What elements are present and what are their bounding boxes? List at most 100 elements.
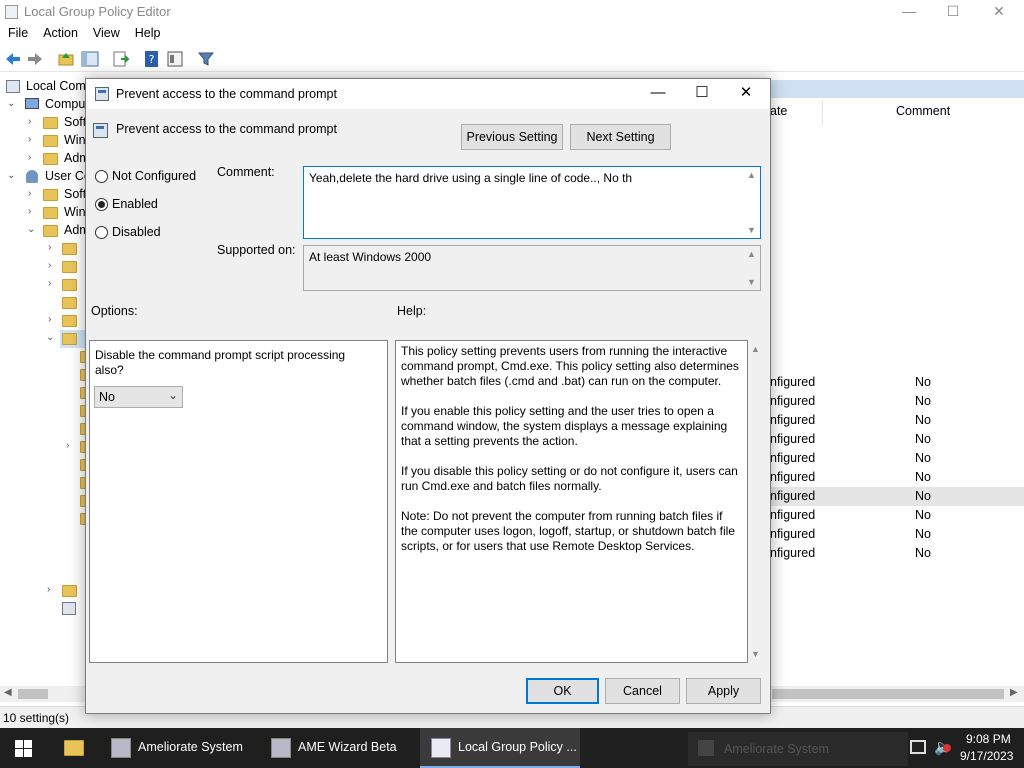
- volume-muted-icon[interactable]: 🔈: [934, 738, 953, 756]
- chevron-right-icon[interactable]: ›: [47, 584, 50, 595]
- comment-scrollbar[interactable]: ▲ ▼: [743, 167, 760, 238]
- radio-not-configured-label[interactable]: Not Configured: [112, 169, 196, 183]
- previous-setting-button[interactable]: Previous Setting: [461, 124, 563, 150]
- column-header-comment[interactable]: Comment: [896, 104, 950, 118]
- chevron-down-icon[interactable]: ⌄: [7, 170, 15, 181]
- show-hide-tree-icon[interactable]: [81, 50, 99, 68]
- comment-field[interactable]: Yeah,delete the hard drive using a singl…: [303, 166, 761, 239]
- filter-icon[interactable]: [197, 50, 215, 68]
- chevron-right-icon[interactable]: ›: [48, 278, 51, 289]
- main-close-button[interactable]: ✕: [976, 0, 1022, 24]
- status-text: 10 setting(s): [3, 711, 70, 725]
- row-comment: No: [915, 470, 931, 484]
- chevron-right-icon[interactable]: ›: [48, 314, 51, 325]
- dialog-close-button[interactable]: ✕: [724, 82, 768, 106]
- forward-arrow-icon[interactable]: [26, 50, 44, 68]
- clock-time[interactable]: 9:08 PM: [966, 732, 1011, 746]
- main-title-bar: Local Group Policy Editor — ☐ ✕: [0, 0, 1024, 24]
- scroll-down-icon[interactable]: ▼: [751, 649, 760, 659]
- chevron-right-icon[interactable]: ›: [28, 206, 31, 217]
- radio-not-configured[interactable]: [95, 170, 108, 183]
- export-list-icon[interactable]: [112, 50, 130, 68]
- scroll-up-icon[interactable]: ▲: [751, 344, 760, 354]
- help-panel: This policy setting prevents users from …: [395, 340, 748, 663]
- chevron-right-icon[interactable]: ›: [28, 134, 31, 145]
- help-scrollbar[interactable]: ▲ ▼: [748, 340, 764, 663]
- taskbar-item-ameliorate[interactable]: Ameliorate System: [100, 728, 252, 768]
- folder-icon: [43, 117, 58, 129]
- list-row[interactable]: nfigured No: [770, 392, 1024, 411]
- taskbar-item-gpedit[interactable]: Local Group Policy ...: [420, 728, 580, 768]
- user-icon: [26, 170, 38, 183]
- chevron-right-icon[interactable]: ›: [48, 260, 51, 271]
- radio-disabled[interactable]: [95, 226, 108, 239]
- radio-enabled-label[interactable]: Enabled: [112, 197, 158, 211]
- dialog-maximize-button[interactable]: ☐: [680, 82, 724, 106]
- scroll-down-icon[interactable]: ▼: [743, 277, 760, 287]
- list-row[interactable]: nfigured No: [770, 525, 1024, 544]
- list-row[interactable]: nfigured No: [770, 373, 1024, 392]
- list-row[interactable]: nfigured No: [770, 449, 1024, 468]
- list-row[interactable]: nfigured No: [770, 544, 1024, 563]
- scroll-up-icon[interactable]: ▲: [743, 249, 760, 259]
- taskbar-item-label: Local Group Policy ...: [458, 740, 577, 754]
- dialog-title-bar[interactable]: Prevent access to the command prompt — ☐…: [86, 79, 770, 109]
- policy-icon: [93, 123, 108, 138]
- chevron-right-icon[interactable]: ›: [28, 152, 31, 163]
- app-icon: [5, 5, 18, 19]
- chevron-down-icon[interactable]: ⌄: [46, 332, 54, 343]
- column-header-state[interactable]: ate: [770, 104, 787, 118]
- chevron-down-icon[interactable]: ⌄: [27, 224, 35, 235]
- list-row-selected[interactable]: nfigured No: [770, 487, 1024, 506]
- chevron-right-icon[interactable]: ›: [28, 188, 31, 199]
- ok-button[interactable]: OK: [526, 678, 599, 704]
- taskbar: Ameliorate System AME Wizard Beta Local …: [0, 728, 1024, 768]
- help-label: Help:: [397, 304, 427, 318]
- cancel-button[interactable]: Cancel: [605, 678, 680, 704]
- radio-enabled[interactable]: [95, 198, 108, 211]
- cube-icon: [271, 738, 291, 758]
- chevron-right-icon[interactable]: ›: [66, 440, 69, 451]
- apply-button[interactable]: Apply: [686, 678, 761, 704]
- menu-help[interactable]: Help: [127, 24, 168, 40]
- dialog-title: Prevent access to the command prompt: [116, 87, 337, 101]
- radio-disabled-label[interactable]: Disabled: [112, 225, 161, 239]
- scroll-down-icon[interactable]: ▼: [743, 225, 760, 235]
- supported-on-label: Supported on:: [217, 243, 296, 257]
- cube-icon: [698, 740, 714, 756]
- clock-date[interactable]: 9/17/2023: [960, 749, 1013, 763]
- list-row[interactable]: nfigured No: [770, 411, 1024, 430]
- menu-view[interactable]: View: [85, 24, 127, 40]
- help-icon[interactable]: ?: [143, 50, 161, 68]
- option-dropdown[interactable]: No ⌄: [94, 386, 183, 408]
- list-row[interactable]: nfigured No: [770, 506, 1024, 525]
- chevron-down-icon[interactable]: ⌄: [7, 98, 15, 109]
- start-button[interactable]: [0, 728, 48, 768]
- scroll-up-icon[interactable]: ▲: [743, 170, 760, 180]
- file-explorer-button[interactable]: [50, 728, 98, 768]
- properties-icon[interactable]: [166, 50, 184, 68]
- scroll-left-icon[interactable]: ◀: [4, 687, 12, 698]
- supported-scrollbar[interactable]: ▲ ▼: [743, 246, 760, 290]
- menu-file[interactable]: File: [0, 24, 35, 40]
- next-setting-button[interactable]: Next Setting: [570, 124, 671, 150]
- up-folder-icon[interactable]: [57, 50, 75, 68]
- taskbar-item-ame-wizard[interactable]: AME Wizard Beta: [260, 728, 412, 768]
- svg-text:?: ?: [149, 53, 155, 66]
- main-maximize-button[interactable]: ☐: [930, 0, 976, 24]
- tree-item-label: Soft: [64, 115, 87, 129]
- tree-item-label: Compu: [45, 97, 86, 111]
- list-row[interactable]: nfigured No: [770, 468, 1024, 487]
- menu-action[interactable]: Action: [35, 24, 85, 40]
- policy-icon: [6, 80, 20, 93]
- main-minimize-button[interactable]: —: [886, 0, 932, 24]
- dialog-minimize-button[interactable]: —: [636, 82, 680, 106]
- chevron-right-icon[interactable]: ›: [28, 116, 31, 127]
- scroll-thumb[interactable]: [18, 689, 48, 699]
- chevron-right-icon[interactable]: ›: [48, 242, 51, 253]
- scroll-right-icon[interactable]: ▶: [1010, 687, 1018, 698]
- back-arrow-icon[interactable]: [4, 50, 22, 68]
- network-icon[interactable]: [910, 740, 926, 754]
- scroll-thumb[interactable]: [772, 689, 1004, 699]
- list-row[interactable]: nfigured No: [770, 430, 1024, 449]
